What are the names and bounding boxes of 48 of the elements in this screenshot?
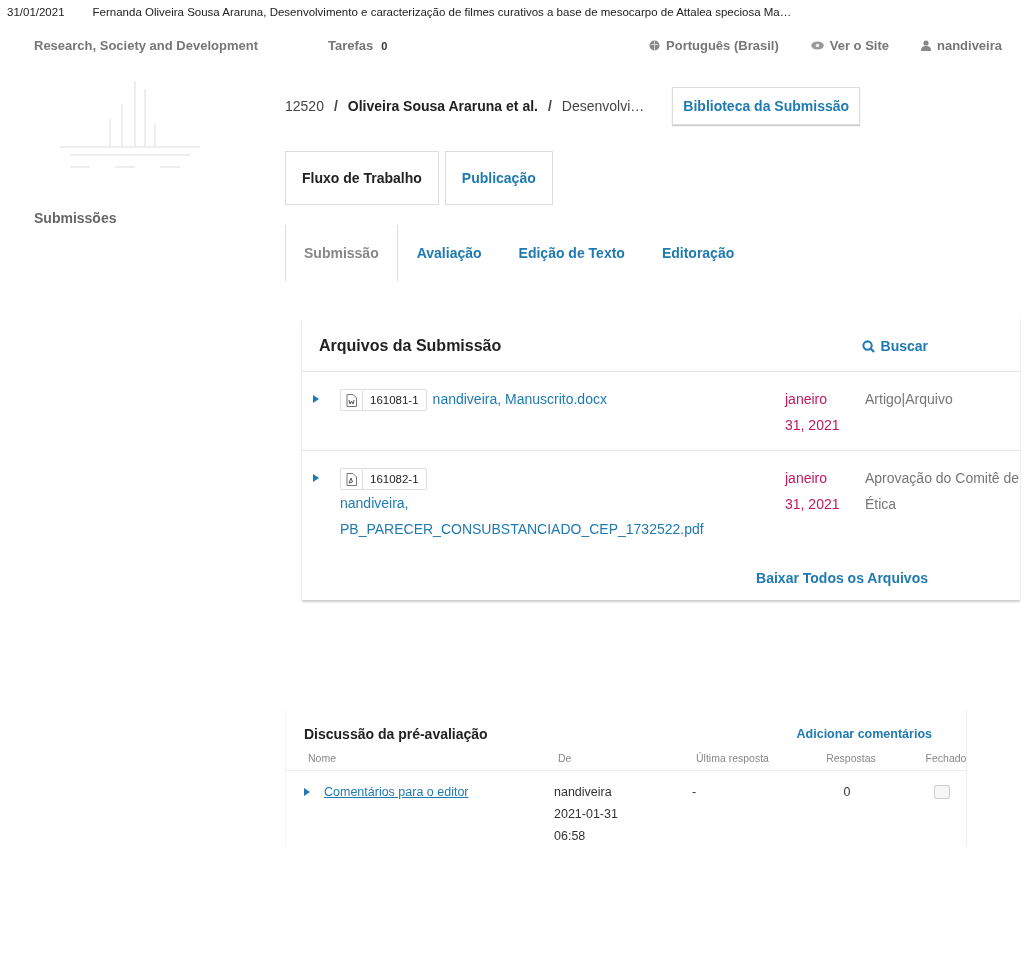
tasks-link[interactable]: Tarefas — [328, 38, 374, 53]
library-button[interactable]: Biblioteca da Submissão — [672, 87, 861, 125]
view-site-link[interactable]: Ver o Site — [829, 38, 889, 53]
print-title: Fernanda Oliveira Sousa Araruna, Desenvolvimento e caracterização de filmes curativos a base de mesocarpo de Attalea speciosa Ma… — [92, 6, 792, 18]
download-all-link[interactable]: Baixar Todos os Arquivos — [756, 570, 928, 586]
file-date: janeiro 31, 2021 — [785, 469, 840, 514]
subtab[interactable]: Submissão — [285, 225, 398, 281]
tab[interactable]: Publicação — [444, 151, 553, 205]
column-header: De — [558, 752, 573, 764]
discussion-link[interactable]: Comentários para o editor — [324, 781, 474, 803]
file-type: Aprovação do Comitê de Ética — [865, 469, 1020, 514]
column-header: Nome — [308, 752, 337, 764]
eye-icon — [810, 41, 824, 50]
breadcrumb-separator: / — [333, 98, 338, 114]
column-header: Respostas — [825, 752, 877, 764]
breadcrumb-authors[interactable]: Oliveira Sousa Araruna et al. — [347, 98, 538, 114]
breadcrumb-id[interactable]: 12520 — [285, 98, 324, 114]
closed-checkbox[interactable] — [934, 785, 950, 799]
file-type: Artigo|Arquivo — [865, 390, 954, 409]
table-cell-text: - — [692, 784, 698, 801]
file-id-badge: 161081-1 — [340, 389, 427, 411]
globe-icon — [649, 40, 661, 51]
tasks-count: 0 — [381, 39, 388, 52]
breadcrumb-separator: / — [547, 98, 552, 114]
column-header: Fechado — [924, 752, 968, 764]
add-comments-link[interactable]: Adicionar comentários — [796, 727, 932, 741]
panel-title: Arquivos da Submissão — [319, 337, 502, 355]
search-link[interactable]: Buscar — [861, 338, 928, 354]
sidebar-item[interactable]: Submissões — [34, 210, 285, 226]
tab[interactable]: Fluxo de Trabalho — [285, 151, 439, 205]
file-date: janeiro 31, 2021 — [785, 390, 840, 435]
panel-title: Discussão da pré-avaliação — [304, 726, 488, 742]
column-header: Última resposta — [696, 752, 770, 764]
print-date: 31/01/2021 — [7, 6, 65, 18]
table-cell-text: nandiveira 2021-01-31 06:58 — [554, 784, 619, 845]
expand-icon[interactable] — [313, 395, 319, 403]
table-cell-text: 0 — [842, 784, 852, 801]
file-link[interactable]: nandiveira, Manuscrito.docx — [432, 386, 607, 412]
file-id-badge: 161082-1 — [340, 468, 427, 490]
file-link[interactable]: nandiveira, PB_PARECER_CONSUBSTANCIADO_CEP_1732522.pdf — [340, 490, 775, 542]
breadcrumb-title[interactable]: Desenvolvi… — [561, 98, 645, 114]
expand-icon[interactable] — [313, 474, 319, 482]
site-link[interactable]: Research, Society and Development — [34, 38, 258, 53]
search-icon — [861, 339, 875, 353]
language-link[interactable]: Português (Brasil) — [666, 38, 779, 53]
user-link[interactable]: nandiveira — [936, 38, 1002, 53]
user-icon — [920, 40, 931, 51]
expand-icon[interactable] — [304, 788, 310, 796]
